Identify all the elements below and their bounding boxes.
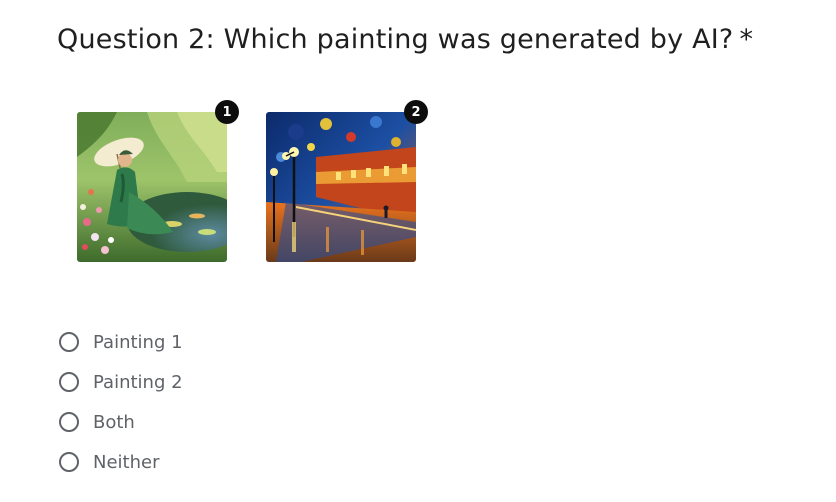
painting-1[interactable]: 1 (77, 100, 239, 262)
painting-1-badge: 1 (215, 100, 239, 124)
option-painting-1[interactable]: Painting 1 (59, 322, 183, 362)
answer-options: Painting 1 Painting 2 Both Neither (59, 322, 183, 482)
painting-2[interactable]: 2 (266, 100, 428, 262)
painting-1-image (77, 112, 227, 262)
question-title-text: Question 2: Which painting was generated… (57, 24, 734, 55)
radio-button[interactable] (59, 452, 79, 472)
painting-2-badge: 2 (404, 100, 428, 124)
option-label: Neither (93, 451, 160, 473)
option-label: Both (93, 411, 135, 433)
radio-button[interactable] (59, 412, 79, 432)
question-title: Question 2: Which painting was generated… (57, 24, 753, 55)
radio-button[interactable] (59, 372, 79, 392)
painting-2-image (266, 112, 416, 262)
option-label: Painting 1 (93, 331, 183, 353)
option-neither[interactable]: Neither (59, 442, 183, 482)
question-card: Question 2: Which painting was generated… (0, 0, 836, 502)
option-both[interactable]: Both (59, 402, 183, 442)
option-label: Painting 2 (93, 371, 183, 393)
painting-images: 1 2 (77, 100, 437, 262)
option-painting-2[interactable]: Painting 2 (59, 362, 183, 402)
radio-button[interactable] (59, 332, 79, 352)
required-asterisk: * (739, 24, 754, 55)
